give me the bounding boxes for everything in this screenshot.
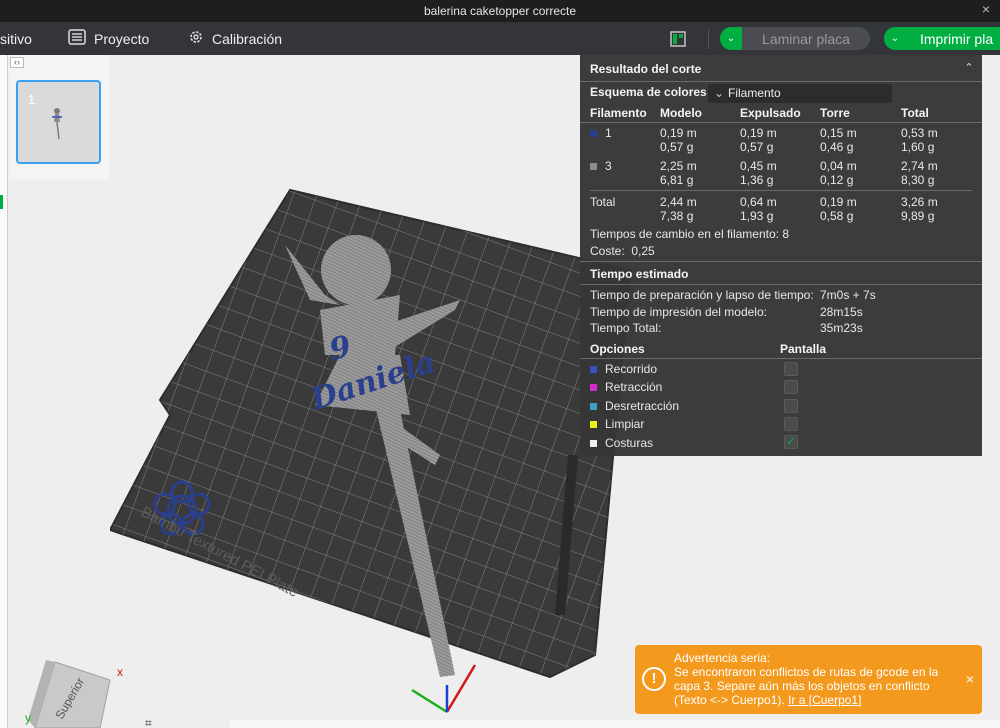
total-time-value: 35m23s [820,321,863,335]
toolbar-divider [708,29,709,49]
view-cube[interactable]: Superior x y [20,660,130,728]
estimated-time-title: Tiempo estimado [590,267,689,281]
column-header-tower: Torre [820,106,850,120]
option-retraction: Retracción [590,380,662,394]
option-travel: Recorrido [590,362,657,376]
column-header-model: Modelo [660,106,702,120]
table-cell: 3,26 m 9,89 g [901,195,938,223]
plate-list-toggle-icon[interactable]: ‹› [10,57,24,68]
divider [580,358,982,359]
divider [590,190,972,191]
check-icon: ✓ [786,436,796,448]
fit-view-icon[interactable]: ⌗ [145,716,167,728]
option-deretraction: Desretracción [590,399,679,413]
print-time-value: 28m15s [820,305,863,319]
column-header-filament: Filamento [590,106,647,120]
slice-result-title: Resultado del corte [590,62,702,76]
plate-number: 1 [28,92,36,107]
warning-goto-link[interactable]: Ir a [Cuerpo1] [788,693,861,707]
total-time-label: Tiempo Total: [590,321,662,335]
slice-plate-label: Laminar placa [742,27,870,50]
close-icon[interactable]: × [966,671,974,687]
total-row-label: Total [590,195,616,209]
retraction-color-swatch [590,384,597,392]
filament-row-id: 3 [590,159,612,173]
print-plate-button[interactable]: ⌄ Imprimir pla [884,27,1000,50]
slice-dropdown-icon[interactable]: ⌄ [720,27,742,50]
print-plate-label: Imprimir pla [906,27,1000,50]
filament-color-swatch [590,163,597,171]
wipe-color-swatch [590,421,597,429]
divider [580,81,982,82]
cost-value: Coste: 0,25 [590,244,655,258]
filament-color-swatch [590,130,597,138]
chevron-down-icon: ⌄ [714,86,725,100]
filament-row-id: 1 [590,126,612,140]
option-seams: Costuras [590,436,653,450]
project-icon [68,29,86,48]
tab-project[interactable]: Proyecto [68,22,149,55]
serious-warning-toast: ! Advertencia seria: Se encontraron conf… [635,645,982,714]
print-dropdown-icon[interactable]: ⌄ [884,27,906,50]
prep-time-label: Tiempo de preparación y lapso de tiempo: [590,288,814,302]
prep-time-value: 7m0s + 7s [820,288,876,302]
seams-color-swatch [590,440,597,448]
travel-checkbox[interactable] [784,362,798,376]
deretraction-checkbox[interactable] [784,399,798,413]
window-titlebar: balerina caketopper correcte × [0,0,1000,22]
plate-thumbnail[interactable]: 1 [16,80,101,164]
table-cell: 0,19 m 0,58 g [820,195,857,223]
slice-plate-button[interactable]: ⌄ Laminar placa [720,27,870,50]
left-sidebar-edge [0,55,8,728]
table-cell: 0,45 m 1,36 g [740,159,777,187]
warning-icon: ! [642,667,666,691]
table-cell: 2,25 m 6,81 g [660,159,697,187]
options-title: Opciones [590,342,645,356]
collapse-icon[interactable]: ⌃ [962,61,976,75]
color-scheme-select[interactable]: ⌄ Filamento [708,84,892,103]
color-scheme-label: Esquema de colores [590,85,707,99]
display-title: Pantalla [780,342,827,356]
table-cell: 0,15 m 0,46 g [820,126,857,154]
wipe-checkbox[interactable] [784,417,798,431]
warning-text: Advertencia seria: Se encontraron confli… [674,651,959,707]
tab-calibration-label: Calibración [212,30,283,47]
color-scheme-value: Filamento [728,86,781,100]
table-cell: 0,64 m 1,93 g [740,195,777,223]
table-cell: 2,74 m 8,30 g [901,159,938,187]
sidebar-active-marker [0,195,3,209]
tab-calibration[interactable]: Calibración [188,22,282,55]
deretraction-color-swatch [590,403,597,411]
plate-thumbnail-model [52,108,62,140]
table-cell: 2,44 m 7,38 g [660,195,697,223]
viewport-bottom-bar [230,720,1000,728]
warning-title: Advertencia seria: [674,651,771,665]
window-title: balerina caketopper correcte [423,4,577,18]
tab-project-label: Proyecto [94,30,150,47]
tab-device[interactable]: sitivo [0,22,32,55]
table-cell: 0,04 m 0,12 g [820,159,857,187]
gear-icon [188,29,204,48]
main-toolbar: sitivo Proyecto Calibración ⌄ Laminar pl… [0,22,1000,55]
slice-result-panel: Resultado del corte ⌃ Esquema de colores… [580,55,982,456]
column-header-total: Total [901,106,929,120]
filament-change-times: Tiempos de cambio en el filamento: 8 [590,227,790,241]
option-wipe: Limpiar [590,417,644,431]
tab-device-label: sitivo [0,30,32,47]
seams-checkbox[interactable]: ✓ [784,435,798,449]
travel-color-swatch [590,366,597,374]
retraction-checkbox[interactable] [784,380,798,394]
column-header-flushed: Expulsado [740,106,801,120]
divider [580,284,982,285]
layout-toggle-icon[interactable] [670,22,686,55]
window-close-icon[interactable]: × [982,1,990,17]
table-cell: 0,19 m 0,57 g [740,126,777,154]
print-time-label: Tiempo de impresión del modelo: [590,305,767,319]
view-cube-x-label: x [117,665,123,679]
table-cell: 0,19 m 0,57 g [660,126,697,154]
table-cell: 0,53 m 1,60 g [901,126,938,154]
divider [580,261,982,262]
divider [580,122,982,123]
view-cube-y-label: y [25,711,31,725]
